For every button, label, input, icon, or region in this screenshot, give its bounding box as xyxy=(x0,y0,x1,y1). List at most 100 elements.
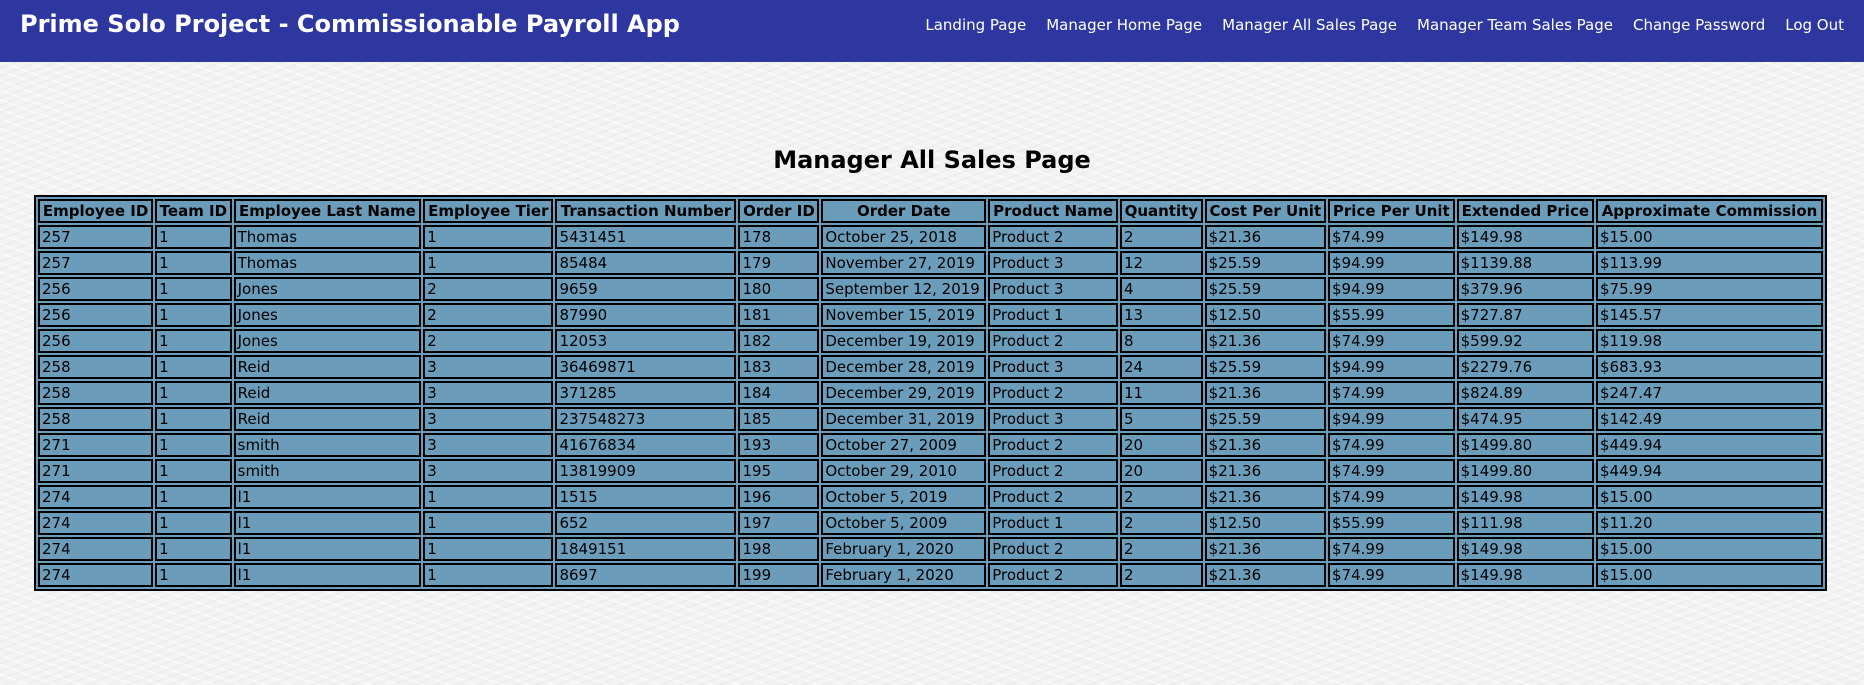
table-cell: 182 xyxy=(738,329,820,353)
table-cell: $149.98 xyxy=(1456,225,1595,249)
table-cell: 196 xyxy=(738,485,820,509)
table-cell: 5431451 xyxy=(555,225,737,249)
table-cell: 1 xyxy=(155,459,232,483)
table-cell: 1 xyxy=(155,563,232,587)
table-cell: $2279.76 xyxy=(1456,355,1595,379)
table-cell: $55.99 xyxy=(1328,303,1455,327)
table-cell: $74.99 xyxy=(1328,459,1455,483)
table-row: 271 1 smith 3 41676834 193 October 27, 2009 Pro… xyxy=(38,433,1823,457)
table-cell: 271 xyxy=(38,433,154,457)
table-cell: 1 xyxy=(155,277,232,301)
column-header: Approximate Commission xyxy=(1596,199,1823,223)
table-cell: 2 xyxy=(1119,225,1203,249)
table-cell: $449.94 xyxy=(1596,459,1823,483)
table-cell: Reid xyxy=(233,407,422,431)
table-row: 256 1 Jones 2 12053 182 December 19, 2019 Produ… xyxy=(38,329,1823,353)
table-cell: l1 xyxy=(233,563,422,587)
table-cell: 1 xyxy=(155,407,232,431)
nav-link-manager-all-sales-page[interactable]: Manager All Sales Page xyxy=(1222,16,1397,34)
table-cell: 256 xyxy=(38,277,154,301)
table-cell: 12053 xyxy=(555,329,737,353)
table-cell: 274 xyxy=(38,537,154,561)
table-cell: October 27, 2009 xyxy=(821,433,987,457)
table-cell: $74.99 xyxy=(1328,433,1455,457)
table-cell: $74.99 xyxy=(1328,563,1455,587)
table-cell: 258 xyxy=(38,355,154,379)
table-cell: 199 xyxy=(738,563,820,587)
table-cell: smith xyxy=(233,459,422,483)
table-cell: 185 xyxy=(738,407,820,431)
table-cell: $474.95 xyxy=(1456,407,1595,431)
table-cell: 2 xyxy=(1119,537,1203,561)
nav-link-manager-home-page[interactable]: Manager Home Page xyxy=(1046,16,1202,34)
nav-link-manager-team-sales-page[interactable]: Manager Team Sales Page xyxy=(1417,16,1613,34)
table-cell: 1 xyxy=(423,485,554,509)
nav-link-log-out[interactable]: Log Out xyxy=(1785,16,1844,34)
table-cell: December 28, 2019 xyxy=(821,355,987,379)
table-cell: $21.36 xyxy=(1204,329,1326,353)
table-cell: 257 xyxy=(38,251,154,275)
table-cell: 1 xyxy=(423,251,554,275)
table-cell: $599.92 xyxy=(1456,329,1595,353)
sales-table: Employee ID Team ID Employee Last Name Empl… xyxy=(34,195,1827,591)
table-cell: $111.98 xyxy=(1456,511,1595,535)
table-header-row: Employee ID Team ID Employee Last Name Empl… xyxy=(38,199,1823,223)
table-cell: $824.89 xyxy=(1456,381,1595,405)
table-row: 274 1 l1 1 8697 199 February 1, 2020 Product 22… xyxy=(38,563,1823,587)
table-cell: December 29, 2019 xyxy=(821,381,987,405)
table-cell: 4 xyxy=(1119,277,1203,301)
table-cell: 652 xyxy=(555,511,737,535)
table-cell: $1499.80 xyxy=(1456,459,1595,483)
table-cell: $11.20 xyxy=(1596,511,1823,535)
table-cell: 24 xyxy=(1119,355,1203,379)
table-body: 257 1 Thomas 1 5431451 178 October 25, 2018 Pro… xyxy=(38,225,1823,587)
column-header: Product Name xyxy=(988,199,1118,223)
table-cell: $15.00 xyxy=(1596,537,1823,561)
table-cell: 2 xyxy=(423,329,554,353)
table-cell: $449.94 xyxy=(1596,433,1823,457)
table-cell: 193 xyxy=(738,433,820,457)
table-cell: 178 xyxy=(738,225,820,249)
table-cell: 1 xyxy=(155,251,232,275)
table-cell: 1 xyxy=(423,563,554,587)
table-cell: 3 xyxy=(423,407,554,431)
table-cell: $94.99 xyxy=(1328,251,1455,275)
table-cell: $94.99 xyxy=(1328,277,1455,301)
table-cell: Product 2 xyxy=(988,433,1118,457)
table-cell: $21.36 xyxy=(1204,381,1326,405)
nav-link-landing-page[interactable]: Landing Page xyxy=(925,16,1026,34)
table-cell: 20 xyxy=(1119,433,1203,457)
table-cell: $21.36 xyxy=(1204,563,1326,587)
table-cell: 274 xyxy=(38,485,154,509)
table-cell: 258 xyxy=(38,407,154,431)
table-cell: 274 xyxy=(38,511,154,535)
table-row: 257 1 Thomas 1 85484 179 November 27, 2019 Prod… xyxy=(38,251,1823,275)
table-cell: $21.36 xyxy=(1204,485,1326,509)
nav-link-change-password[interactable]: Change Password xyxy=(1633,16,1765,34)
app-title: Prime Solo Project - Commissionable Payr… xyxy=(20,10,680,38)
table-cell: 1 xyxy=(423,225,554,249)
table-cell: 87990 xyxy=(555,303,737,327)
column-header: Order ID xyxy=(738,199,820,223)
table-cell: $149.98 xyxy=(1456,537,1595,561)
table-cell: $55.99 xyxy=(1328,511,1455,535)
table-cell: $21.36 xyxy=(1204,459,1326,483)
table-cell: Reid xyxy=(233,355,422,379)
table-cell: Jones xyxy=(233,277,422,301)
table-cell: 2 xyxy=(1119,511,1203,535)
table-cell: Product 1 xyxy=(988,303,1118,327)
table-cell: 2 xyxy=(1119,485,1203,509)
table-cell: 198 xyxy=(738,537,820,561)
table-cell: Product 3 xyxy=(988,277,1118,301)
table-cell: $1139.88 xyxy=(1456,251,1595,275)
table-cell: 2 xyxy=(423,277,554,301)
table-cell: 41676834 xyxy=(555,433,737,457)
table-cell: February 1, 2020 xyxy=(821,537,987,561)
table-cell: November 15, 2019 xyxy=(821,303,987,327)
table-cell: 1 xyxy=(155,225,232,249)
table-cell: 2 xyxy=(423,303,554,327)
column-header: Employee ID xyxy=(38,199,154,223)
table-cell: 11 xyxy=(1119,381,1203,405)
table-cell: 20 xyxy=(1119,459,1203,483)
table-cell: $247.47 xyxy=(1596,381,1823,405)
